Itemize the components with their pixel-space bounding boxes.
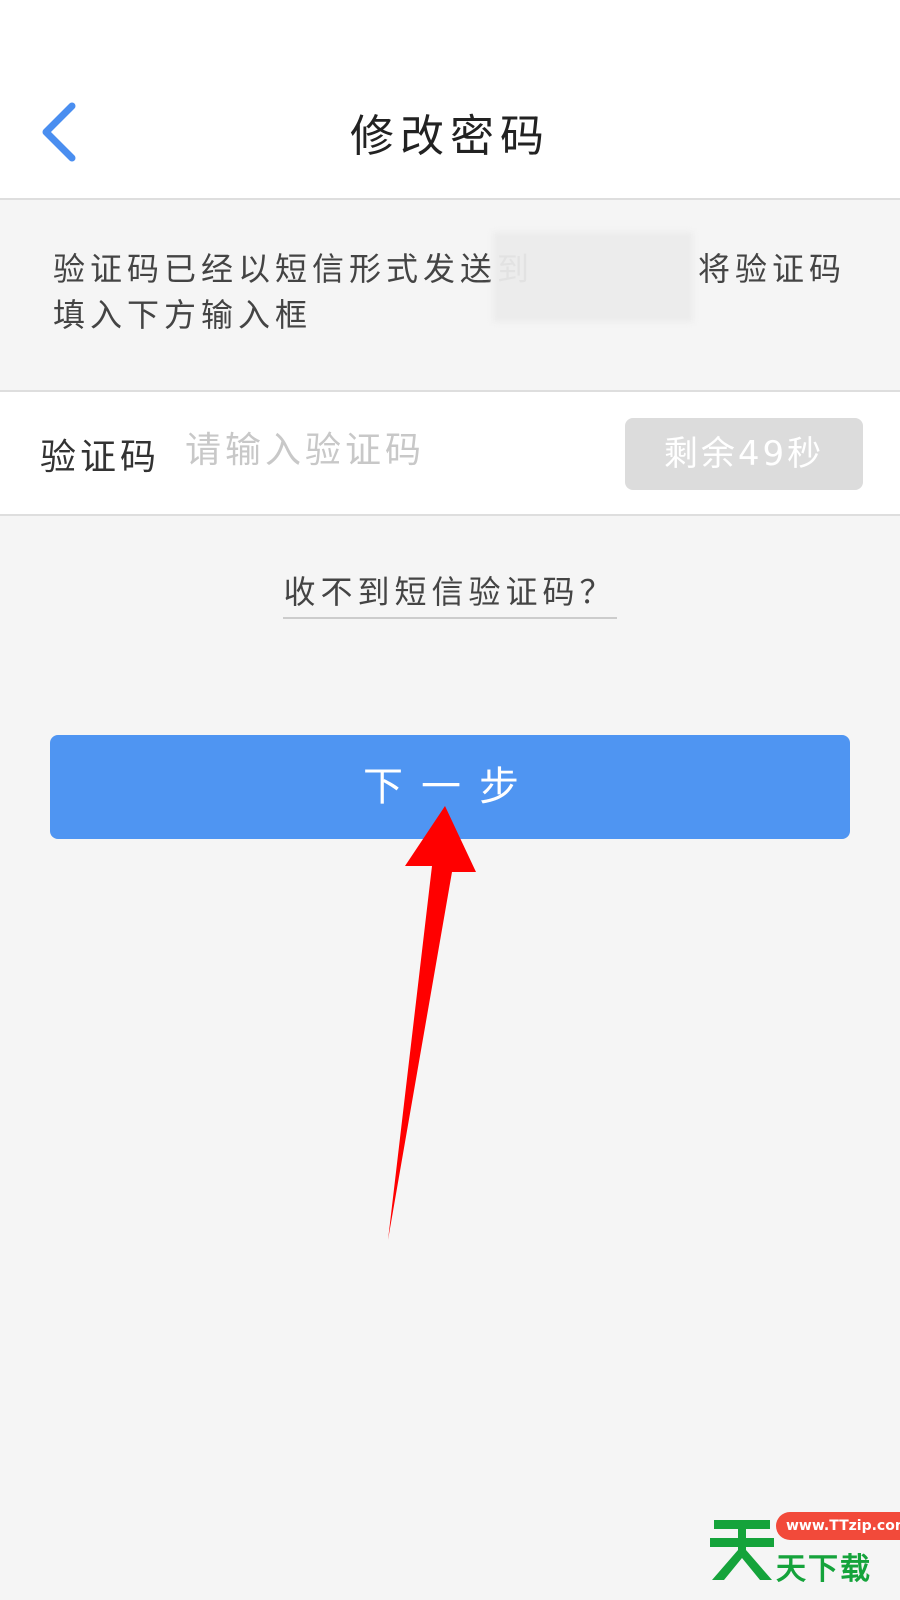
page-title: 修改密码 [350, 111, 550, 162]
verification-code-input[interactable] [185, 420, 605, 480]
verification-code-row: 验证码 剩余49秒 [0, 390, 900, 516]
watermark-logo-icon [710, 1520, 774, 1580]
no-sms-help-link[interactable]: 收不到短信验证码？ [283, 567, 617, 619]
redacted-phone-number [493, 232, 693, 322]
watermark-url-badge: www.TTzip.com [776, 1512, 900, 1540]
watermark: www.TTzip.com 天下载 [706, 1510, 900, 1587]
notice-line-2: 填入下方输入框 [53, 296, 313, 334]
next-step-button[interactable]: 下一步 [50, 735, 850, 839]
code-label: 验证码 [40, 437, 161, 478]
help-link-container: 收不到短信验证码？ [0, 567, 900, 619]
notice-suffix: 将验证码 [698, 250, 847, 288]
top-bar: 修改密码 [0, 0, 900, 200]
resend-countdown-button[interactable]: 剩余49秒 [625, 418, 863, 490]
watermark-brand: 天下载 [776, 1552, 872, 1587]
